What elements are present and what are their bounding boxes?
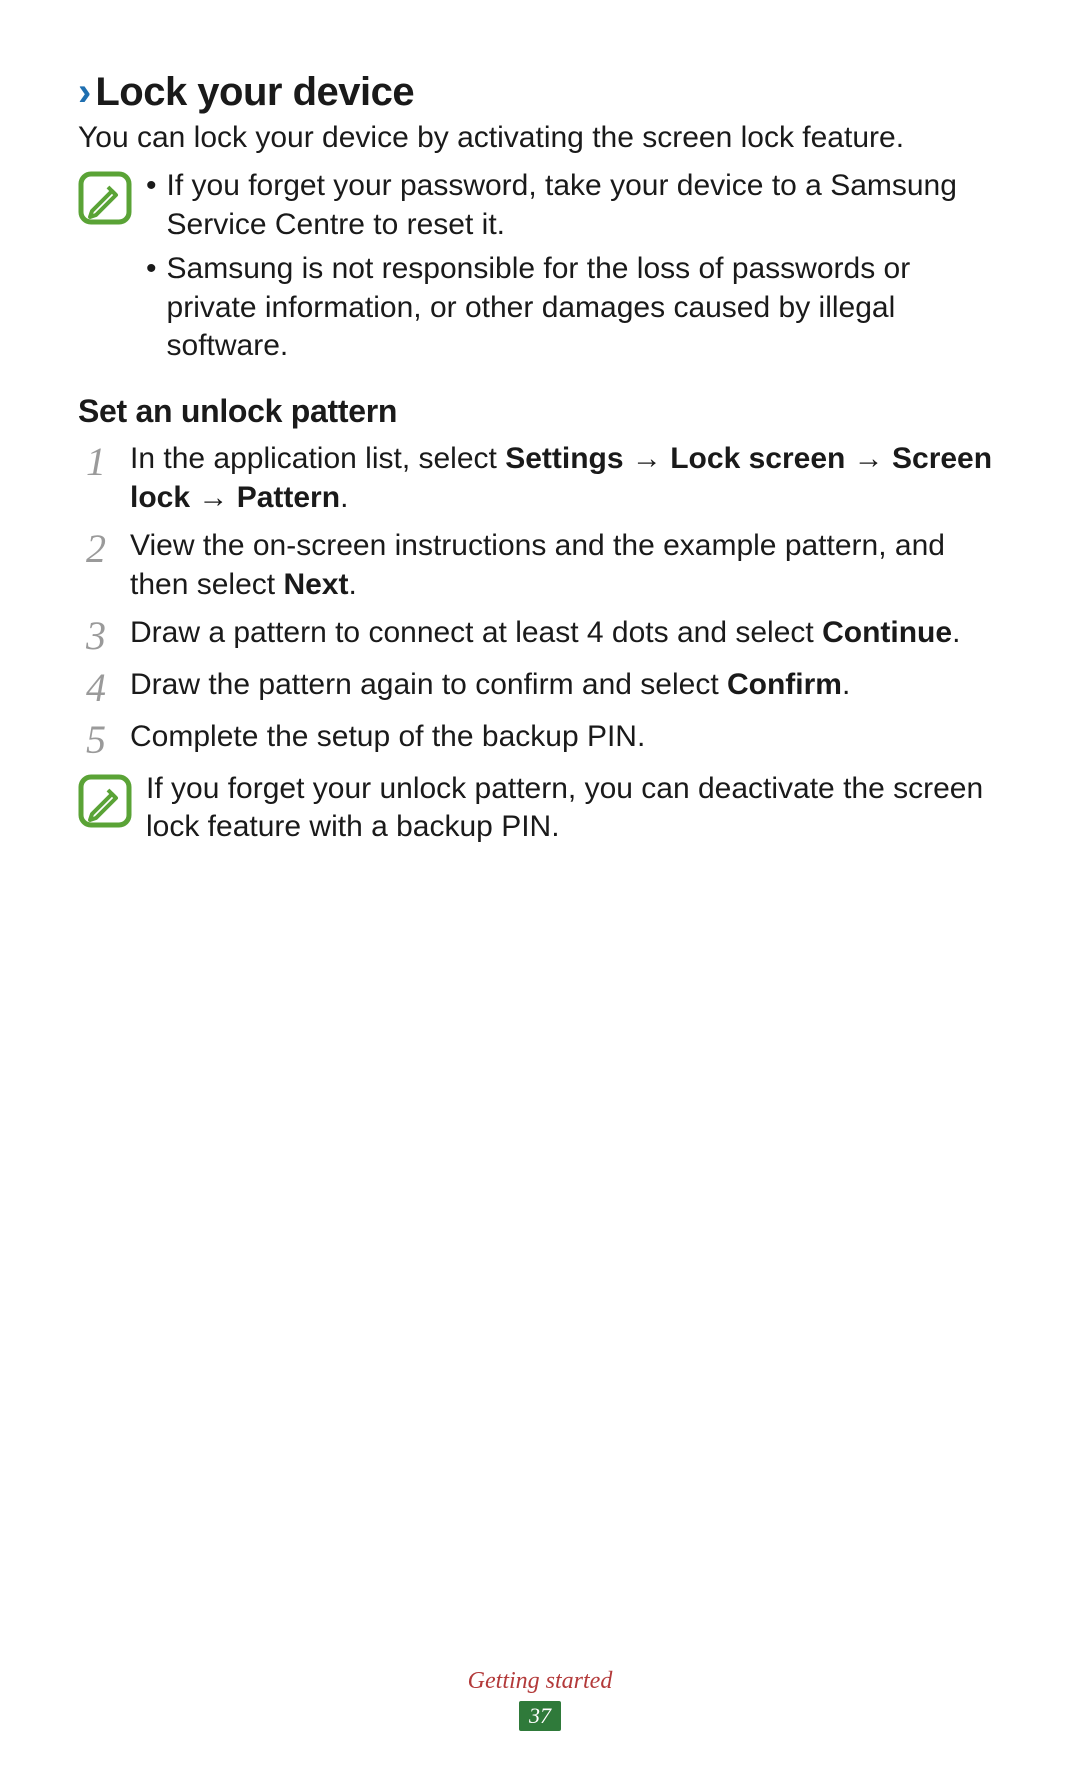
step-4: 4 Draw the pattern again to confirm and … — [78, 666, 1002, 708]
note-bullet-text: If you forget your password, take your d… — [167, 167, 1002, 244]
note-bullets: • If you forget your password, take your… — [146, 167, 1002, 371]
step-post: . — [348, 568, 356, 601]
step-number: 4 — [78, 666, 114, 708]
bullet-dot-icon: • — [146, 250, 157, 365]
intro-paragraph: You can lock your device by activating t… — [78, 119, 1002, 157]
step-body: Draw the pattern again to confirm and se… — [130, 666, 1002, 704]
footer-section-name: Getting started — [0, 1668, 1080, 1695]
note-bullet-1: • If you forget your password, take your… — [146, 167, 1002, 244]
step-bold: Confirm — [727, 668, 842, 701]
note-icon — [78, 770, 132, 833]
subsection-heading: Set an unlock pattern — [78, 393, 1002, 430]
step-number: 5 — [78, 718, 114, 760]
note-icon — [78, 167, 132, 230]
note-block-1: • If you forget your password, take your… — [78, 167, 1002, 371]
note-text: If you forget your unlock pattern, you c… — [146, 770, 1002, 847]
note-block-2: If you forget your unlock pattern, you c… — [78, 770, 1002, 847]
page-footer: Getting started 37 — [0, 1668, 1080, 1731]
step-5: 5 Complete the setup of the backup PIN. — [78, 718, 1002, 760]
chevron-right-icon: › — [78, 72, 89, 112]
step-pre: Draw the pattern again to confirm and se… — [130, 668, 727, 701]
section-heading-row: › Lock your device — [78, 70, 1002, 115]
step-number: 2 — [78, 527, 114, 569]
step-body: In the application list, select Settings… — [130, 440, 1002, 517]
manual-page: › Lock your device You can lock your dev… — [0, 0, 1080, 1771]
note-bullet-2: • Samsung is not responsible for the los… — [146, 250, 1002, 365]
step-pre: View the on-screen instructions and the … — [130, 529, 945, 600]
step-post: . — [842, 668, 850, 701]
pencil-note-icon — [78, 171, 132, 225]
step-3: 3 Draw a pattern to connect at least 4 d… — [78, 614, 1002, 656]
step-2: 2 View the on-screen instructions and th… — [78, 527, 1002, 604]
step-body: View the on-screen instructions and the … — [130, 527, 1002, 604]
step-number: 1 — [78, 440, 114, 482]
step-1: 1 In the application list, select Settin… — [78, 440, 1002, 517]
bullet-dot-icon: • — [146, 167, 157, 244]
step-body: Draw a pattern to connect at least 4 dot… — [130, 614, 1002, 652]
step-post: . — [952, 616, 960, 649]
step-number: 3 — [78, 614, 114, 656]
step-pre: Complete the setup of the backup PIN. — [130, 720, 645, 753]
step-pre: Draw a pattern to connect at least 4 dot… — [130, 616, 822, 649]
step-body: Complete the setup of the backup PIN. — [130, 718, 1002, 756]
note-bullet-text: Samsung is not responsible for the loss … — [167, 250, 1002, 365]
step-bold: Continue — [822, 616, 952, 649]
pencil-note-icon — [78, 774, 132, 828]
section-heading: Lock your device — [95, 70, 414, 115]
step-post: . — [340, 481, 348, 514]
step-pre: In the application list, select — [130, 442, 505, 475]
step-bold: Next — [283, 568, 348, 601]
footer-page-number: 37 — [519, 1701, 561, 1731]
